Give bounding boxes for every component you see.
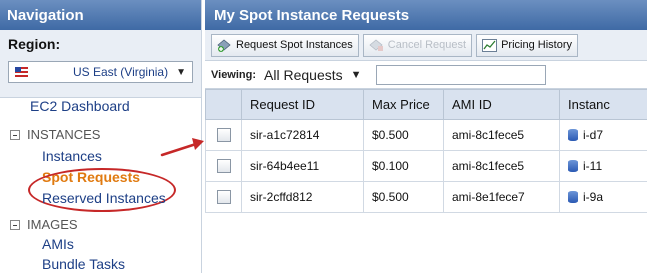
- nav-section-images-label: IMAGES: [27, 217, 78, 232]
- collapse-icon[interactable]: [10, 219, 20, 230]
- request-spot-instances-button[interactable]: Request Spot Instances: [211, 33, 359, 57]
- cell-max-price: $0.100: [363, 150, 444, 182]
- cancel-request-label: Cancel Request: [387, 39, 467, 51]
- nav-section-instances[interactable]: INSTANCES: [10, 127, 100, 142]
- toolbar: Request Spot Instances Cancel Request Pr…: [205, 30, 647, 61]
- request-spot-icon: [217, 38, 231, 52]
- cancel-request-icon: [369, 38, 383, 51]
- column-header-max-price[interactable]: Max Price: [363, 89, 444, 120]
- nav-section-images[interactable]: IMAGES: [10, 217, 78, 232]
- cell-instance-id[interactable]: i-9a: [583, 190, 603, 204]
- instance-icon: [568, 191, 578, 203]
- cell-request-id: sir-64b4ee11: [241, 150, 364, 182]
- column-header-ami-id[interactable]: AMI ID: [443, 89, 560, 120]
- cell-ami-id: ami-8c1fece5: [443, 119, 560, 151]
- instance-icon: [568, 160, 578, 172]
- cell-instance-id[interactable]: i-11: [583, 159, 602, 173]
- region-value: US East (Virginia): [72, 65, 169, 79]
- nav-link-reserved-instances[interactable]: Reserved Instances: [42, 190, 166, 206]
- cell-request-id: sir-a1c72814: [241, 119, 364, 151]
- pricing-history-button[interactable]: Pricing History: [476, 33, 578, 57]
- viewing-row: Viewing: All Requests ▼: [205, 61, 647, 89]
- cell-max-price: $0.500: [363, 181, 444, 213]
- row-checkbox[interactable]: [216, 190, 231, 205]
- table-row[interactable]: sir-64b4ee11 $0.100 ami-8c1fece5 i-11: [205, 150, 647, 182]
- spot-requests-panel: My Spot Instance Requests Request Spot I…: [205, 0, 647, 273]
- collapse-icon[interactable]: [10, 129, 20, 140]
- region-label: Region:: [8, 36, 61, 52]
- pricing-history-label: Pricing History: [501, 39, 572, 51]
- spot-requests-table: Request ID Max Price AMI ID Instanc sir-…: [205, 89, 647, 213]
- column-header-request-id[interactable]: Request ID: [241, 89, 364, 120]
- cell-ami-id: ami-8c1fece5: [443, 150, 560, 182]
- cell-instance-id[interactable]: i-d7: [583, 128, 603, 142]
- cancel-request-button[interactable]: Cancel Request: [362, 33, 473, 57]
- select-column-header: [205, 89, 242, 120]
- filter-input[interactable]: [375, 64, 546, 85]
- cell-max-price: $0.500: [363, 119, 444, 151]
- page-title: My Spot Instance Requests: [205, 0, 647, 30]
- region-box: Region: US East (Virginia) ▼: [0, 30, 201, 98]
- table-header-row: Request ID Max Price AMI ID Instanc: [205, 89, 647, 120]
- us-flag-icon: [15, 67, 28, 77]
- request-spot-instances-label: Request Spot Instances: [236, 39, 353, 51]
- nav-section-instances-label: INSTANCES: [27, 127, 101, 142]
- arrow-annotation-icon: [160, 138, 204, 157]
- table-row[interactable]: sir-2cffd812 $0.500 ami-8e1fece7 i-9a: [205, 181, 647, 213]
- navigation-title: Navigation: [0, 0, 201, 30]
- pricing-history-chart-icon: [482, 38, 498, 52]
- view-filter-select[interactable]: All Requests ▼: [264, 67, 361, 83]
- nav-link-bundle-tasks[interactable]: Bundle Tasks: [42, 256, 125, 272]
- view-filter-value: All Requests: [264, 66, 343, 83]
- row-checkbox[interactable]: [216, 159, 231, 174]
- region-select[interactable]: US East (Virginia) ▼: [8, 61, 193, 83]
- column-header-instance[interactable]: Instanc: [559, 89, 647, 120]
- viewing-label: Viewing:: [211, 68, 257, 81]
- cell-ami-id: ami-8e1fece7: [443, 181, 560, 213]
- nav-link-instances[interactable]: Instances: [42, 148, 102, 164]
- nav-link-amis[interactable]: AMIs: [42, 236, 74, 252]
- chevron-down-icon: ▼: [176, 66, 186, 78]
- instance-icon: [568, 129, 578, 141]
- chevron-down-icon: ▼: [350, 68, 362, 81]
- table-row[interactable]: sir-a1c72814 $0.500 ami-8c1fece5 i-d7: [205, 119, 647, 151]
- row-checkbox[interactable]: [216, 128, 231, 143]
- cell-request-id: sir-2cffd812: [241, 181, 364, 213]
- nav-link-ec2-dashboard[interactable]: EC2 Dashboard: [30, 98, 130, 114]
